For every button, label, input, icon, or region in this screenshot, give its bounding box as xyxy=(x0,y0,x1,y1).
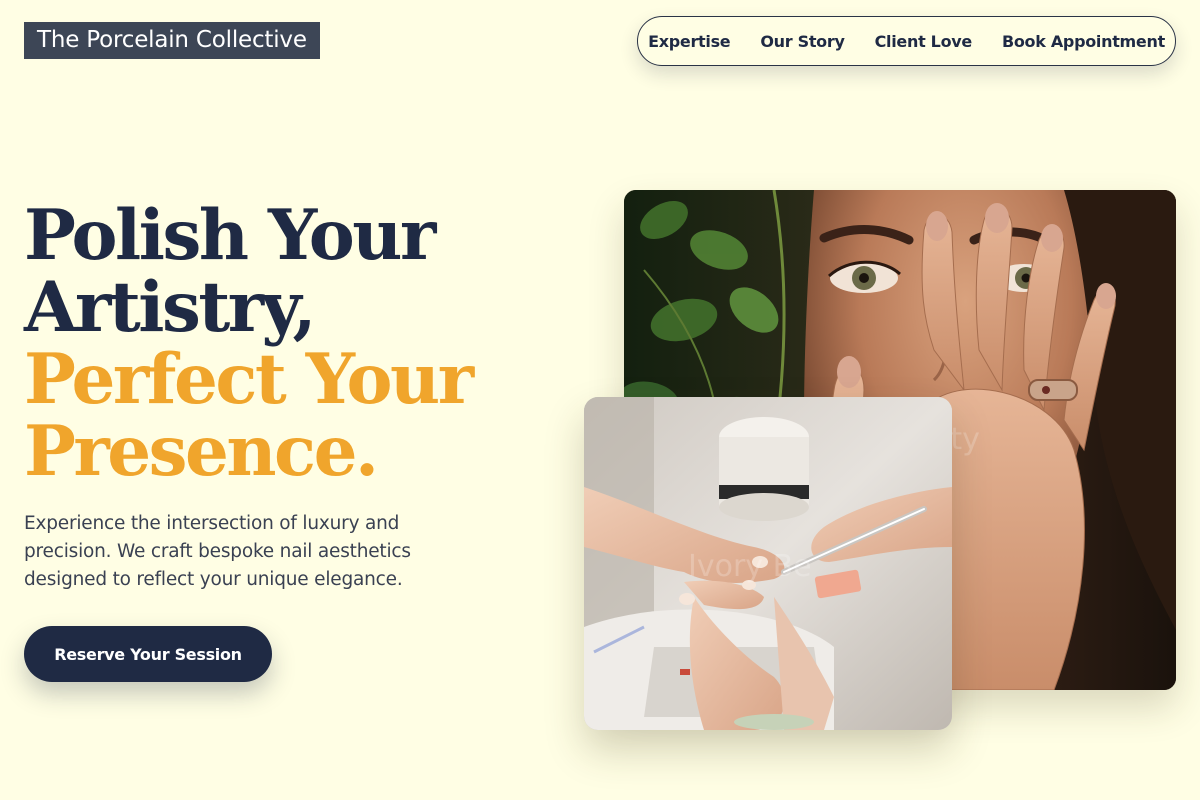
hero-description: Experience the intersection of luxury an… xyxy=(24,513,411,590)
hero-title-line-1: Polish Your xyxy=(24,195,436,276)
brand-logo[interactable]: The Porcelain Collective xyxy=(24,22,320,59)
nav-link-expertise[interactable]: Expertise xyxy=(633,32,745,51)
hero-title-line-4: Presence. xyxy=(24,411,379,492)
reserve-session-button[interactable]: Reserve Your Session xyxy=(24,626,272,682)
main-nav: Expertise Our Story Client Love Book App… xyxy=(637,16,1176,66)
nav-link-client-love[interactable]: Client Love xyxy=(860,32,987,51)
nav-link-our-story[interactable]: Our Story xyxy=(745,32,859,51)
small-photo-overlay-text: Ivory Be xyxy=(688,549,812,584)
nav-link-book-appointment[interactable]: Book Appointment xyxy=(987,32,1180,51)
hero-title-line-2: Artistry, xyxy=(24,267,317,348)
hero-title-line-3: Perfect Your xyxy=(24,339,474,420)
hero-title: Polish Your Artistry, Perfect Your Prese… xyxy=(24,200,544,488)
hero-photo-manicure: Ivory Be xyxy=(584,397,952,730)
